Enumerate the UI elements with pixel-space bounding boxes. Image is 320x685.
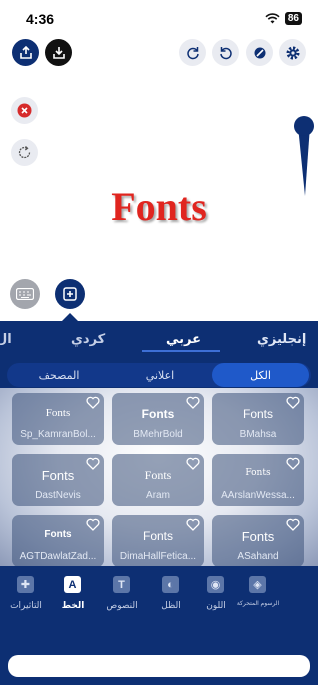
font-card[interactable]: Fonts BMehrBold [112, 393, 204, 445]
nav-texts[interactable]: T النصوص [96, 568, 148, 620]
tab-english[interactable]: إنجليزي [257, 331, 306, 347]
font-name: Aram [146, 490, 170, 501]
tab-arabic[interactable]: عربي [166, 331, 201, 347]
font-sample: Fonts [45, 407, 71, 419]
font-card[interactable]: Fonts DimaHallFetica... [112, 515, 204, 566]
home-bar [8, 655, 310, 677]
font-card[interactable]: Fonts Sp_KamranBol... [12, 393, 104, 445]
font-sample: Fonts [241, 529, 275, 544]
shadow-icon: ◐ [162, 576, 179, 593]
font-name: DimaHallFetica... [119, 551, 197, 562]
nav-label: الظل [161, 600, 181, 610]
panel-pointer [62, 313, 78, 321]
font-sample: Fonts [142, 529, 173, 543]
font-card[interactable]: Fonts Aram [112, 454, 204, 506]
tab-other[interactable]: ال [0, 331, 12, 347]
font-name: BMahsa [239, 429, 277, 440]
font-grid: Fonts BMahsa Fonts BMehrBold Fonts Sp_KamranB… [0, 388, 318, 566]
font-sample: Fonts [242, 407, 273, 421]
keyboard-button[interactable] [10, 279, 40, 309]
palette-icon: ◉ [207, 576, 224, 593]
keyboard-icon [16, 288, 34, 300]
font-panel: إنجليزي عربي كردي ال الكل اعلاني المصحف … [0, 321, 318, 685]
canvas-text[interactable]: Fonts [0, 183, 318, 230]
nav-effects[interactable]: ✚ التاثيرات [0, 568, 52, 620]
font-sample: Fonts [44, 529, 72, 540]
sticker-icon: ◈ [249, 576, 266, 593]
text-icon: T [113, 576, 130, 593]
font-card[interactable]: Fonts ASahand [212, 515, 304, 566]
font-name: ASahand [237, 551, 279, 562]
nav-label: التاثيرات [10, 600, 42, 610]
font-name: BMehrBold [133, 429, 183, 440]
font-sample: Fonts [141, 407, 175, 421]
font-name: DastNevis [35, 490, 81, 501]
category-ads[interactable]: اعلاني [110, 363, 210, 387]
font-name: AArslanWessa... [221, 490, 295, 501]
add-text-icon [63, 287, 77, 301]
category-mushaf[interactable]: المصحف [9, 363, 109, 387]
bottom-nav: ◈ الرسوم المتحركة ◉ اللون ◐ الظل T النصوص A الخط ✚… [0, 568, 318, 620]
font-card[interactable]: Fonts AGTDawlatZad... [12, 515, 104, 566]
size-slider-track [298, 126, 310, 196]
nav-label: النصوص [106, 600, 138, 610]
font-name: AGTDawlatZad... [19, 551, 97, 562]
nav-shadow[interactable]: ◐ الظل [145, 568, 197, 620]
tab-kurdish[interactable]: كردي [71, 331, 105, 347]
nav-font[interactable]: A الخط [47, 568, 99, 620]
font-card[interactable]: Fonts DastNevis [12, 454, 104, 506]
category-bar: الكل اعلاني المصحف [7, 363, 311, 387]
font-sample: Fonts [41, 468, 75, 483]
font-sample: Fonts [245, 468, 271, 478]
font-name: Sp_KamranBol... [20, 429, 96, 440]
nav-label: الخط [61, 600, 85, 610]
font-card[interactable]: Fonts BMahsa [212, 393, 304, 445]
language-tab-indicator [142, 350, 220, 352]
font-sample: Fonts [144, 468, 172, 482]
font-card[interactable]: Fonts AArslanWessa... [212, 454, 304, 506]
nav-label: اللون [206, 600, 226, 610]
nav-color[interactable]: ◉ اللون [190, 568, 242, 620]
effects-icon: ✚ [17, 576, 34, 593]
size-slider-knob[interactable] [294, 116, 314, 136]
font-icon: A [64, 576, 81, 593]
language-tabs: إنجليزي عربي كردي ال [0, 321, 318, 357]
category-all[interactable]: الكل [212, 363, 309, 387]
add-text-button[interactable] [55, 279, 85, 309]
